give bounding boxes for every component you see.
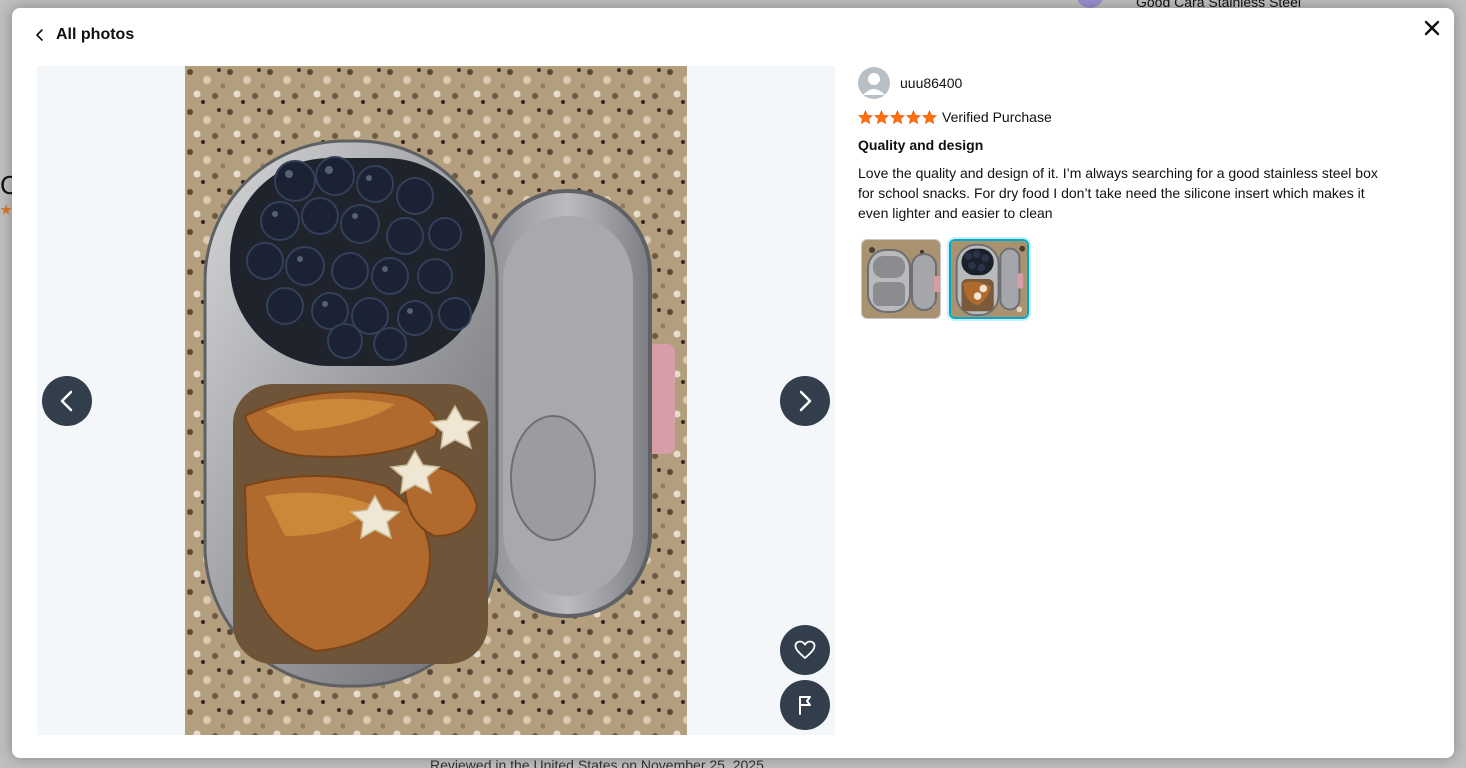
- reviewer-name: uuu86400: [900, 75, 963, 91]
- review-panel: uuu86400 Verified Purchase Quality and d…: [858, 66, 1398, 319]
- all-photos-back-link[interactable]: All photos: [34, 26, 134, 44]
- reviewer-profile[interactable]: uuu86400: [858, 66, 1398, 100]
- star-icon: [906, 109, 921, 124]
- background-avatar: [1076, 0, 1104, 8]
- like-photo-button[interactable]: [780, 625, 830, 675]
- star-icon: [922, 109, 937, 124]
- verified-purchase-badge: Verified Purchase: [942, 109, 1052, 125]
- star-rating[interactable]: [858, 109, 937, 125]
- report-photo-button[interactable]: [780, 680, 830, 730]
- thumbnail-photo-1[interactable]: [861, 239, 941, 319]
- next-photo-button[interactable]: [780, 376, 830, 426]
- heart-icon: [794, 640, 816, 659]
- photo-viewer: [37, 66, 835, 735]
- chevron-left-icon: [36, 29, 43, 41]
- chevron-left-icon: [60, 390, 73, 412]
- thumbnail-photo-2[interactable]: [949, 239, 1029, 319]
- star-icon: [890, 109, 905, 124]
- flag-icon: [799, 696, 811, 715]
- rating-row: Verified Purchase: [858, 107, 1398, 127]
- background-review-date: Reviewed in the United States on Novembe…: [430, 757, 764, 768]
- review-title: Quality and design: [858, 137, 984, 153]
- review-photo-image: [185, 66, 687, 735]
- close-button[interactable]: [1420, 16, 1444, 40]
- avatar: [858, 67, 890, 99]
- background-star-icon: [0, 204, 12, 215]
- star-icon: [874, 109, 889, 124]
- previous-photo-button[interactable]: [42, 376, 92, 426]
- thumbnail-image: [951, 241, 1027, 317]
- photo-modal: All photos uuu86400 Verified Purchase Qu…: [12, 8, 1454, 758]
- review-body: Love the quality and design of it. I’m a…: [858, 165, 1378, 221]
- close-icon: [1424, 20, 1440, 36]
- user-icon: [863, 73, 885, 95]
- thumbnail-image: [862, 240, 940, 318]
- chevron-right-icon: [799, 390, 812, 412]
- all-photos-label: All photos: [56, 26, 135, 43]
- review-photo[interactable]: [185, 66, 687, 735]
- star-icon: [858, 109, 873, 124]
- photo-thumbnails: [861, 239, 1398, 319]
